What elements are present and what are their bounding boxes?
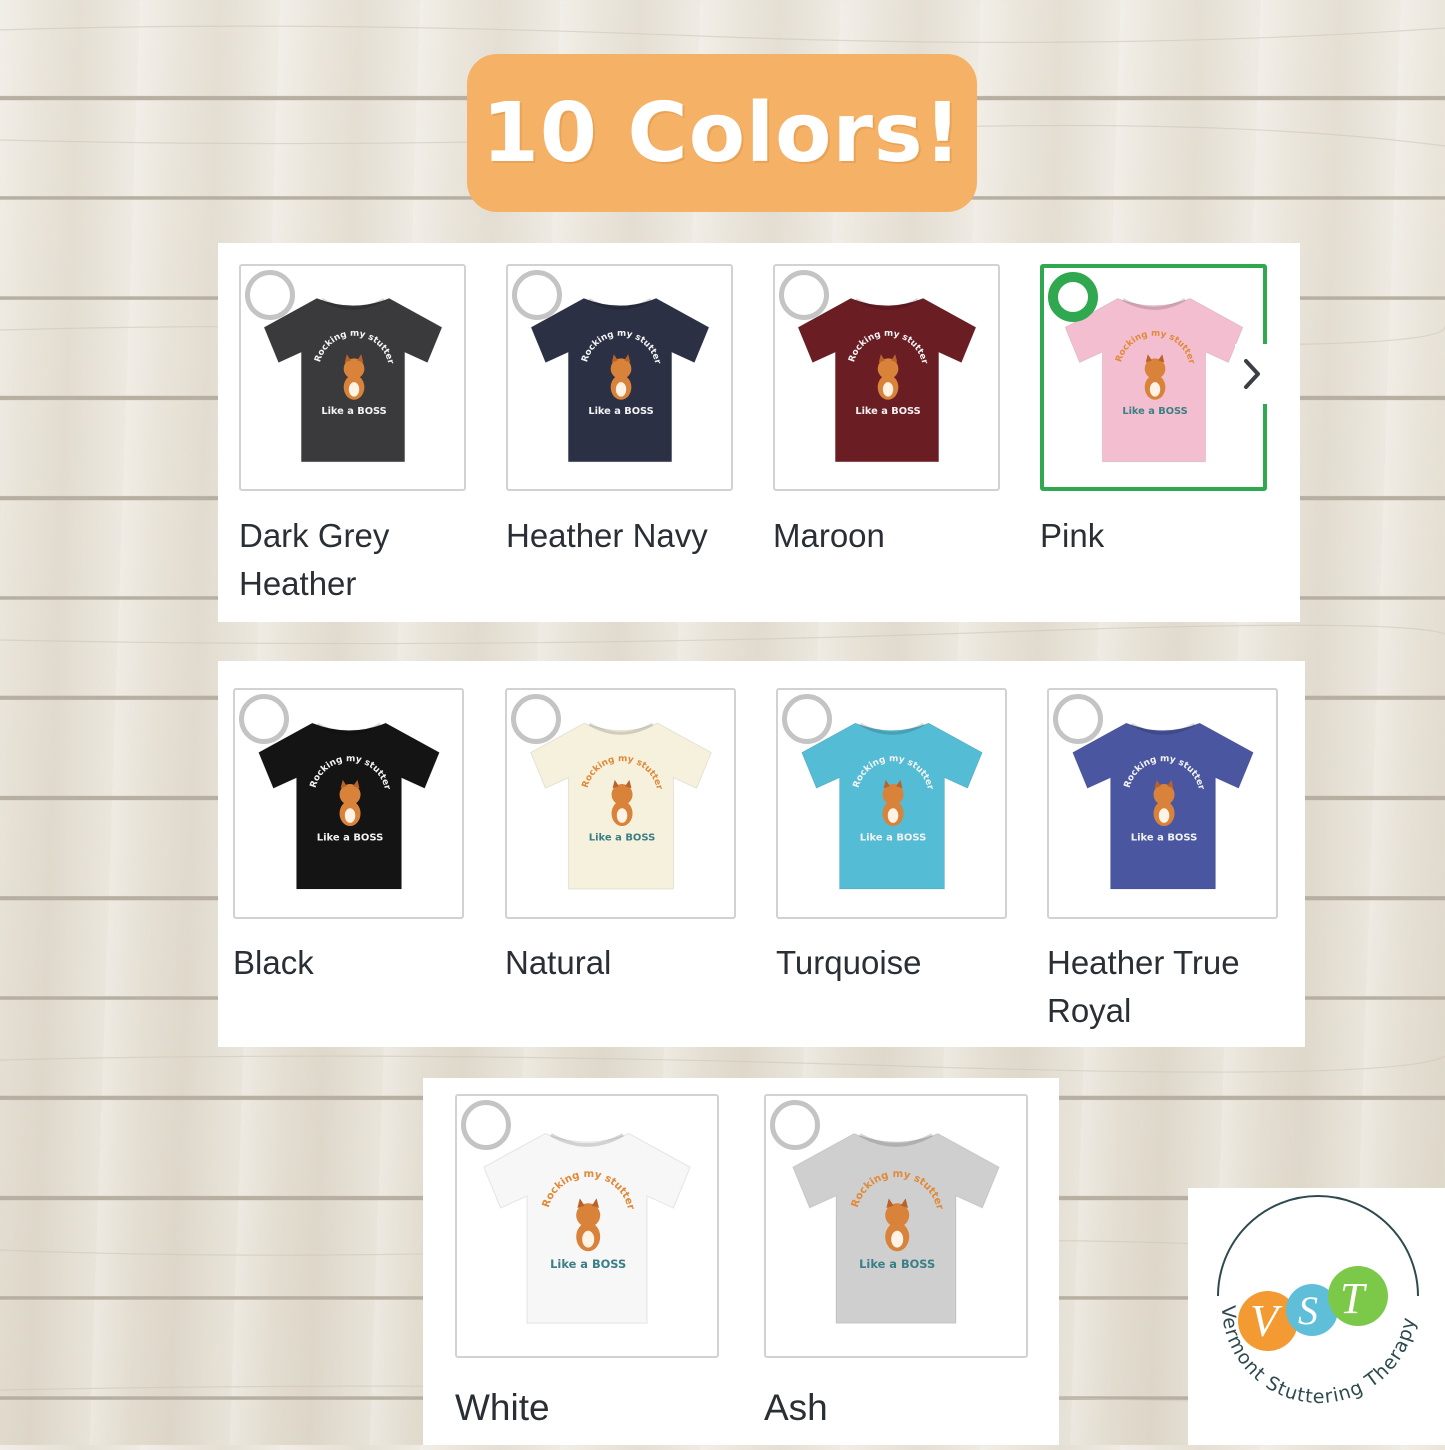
- vst-logo-image: V S T Vermont Stuttering Therapy: [1217, 1195, 1419, 1408]
- shirt-print-line2: Like a BOSS: [588, 406, 653, 417]
- tshirt-image: Rocking my stutterLike a BOSS: [1071, 722, 1254, 890]
- tshirt-image: Rocking my stutterLike a BOSS: [483, 1132, 691, 1324]
- radio-circle-icon[interactable]: [779, 270, 829, 320]
- swatch-card-black[interactable]: Rocking my stutter Like a BOSS: [233, 688, 464, 919]
- radio-circle-icon[interactable]: [1053, 694, 1103, 744]
- radio-circle-icon[interactable]: [512, 270, 562, 320]
- swatch-card-pink[interactable]: Rocking my stutter Like a BOSS: [1040, 264, 1269, 491]
- swatch-card-turquoise[interactable]: Rocking my stutter Like a BOSS: [776, 688, 1007, 919]
- swatch-label-pink: Pink: [1040, 517, 1105, 554]
- radio-circle-icon[interactable]: [1048, 272, 1098, 322]
- color-panel-row-1: Rocking my stutter Like a BOSS Dark Grey …: [218, 243, 1300, 622]
- swatch-label-natural: Natural: [505, 944, 612, 981]
- vst-logo: V S T Vermont Stuttering Therapy: [1188, 1188, 1445, 1445]
- swatch-card-white[interactable]: Rocking my stutter Like a BOSS: [455, 1094, 719, 1358]
- svg-text:S: S: [1298, 1288, 1318, 1333]
- chevron-right-icon[interactable]: [1235, 344, 1269, 404]
- swatch-card-ash[interactable]: Rocking my stutter Like a BOSS: [764, 1094, 1028, 1358]
- color-panel-row-2: Rocking my stutter Like a BOSS Black Rock…: [218, 661, 1305, 1047]
- swatch-label-heather-true-royal: Heather True Royal: [1047, 944, 1240, 1029]
- radio-circle-icon[interactable]: [511, 694, 561, 744]
- shirt-print-line2: Like a BOSS: [316, 832, 383, 843]
- swatch-card-dark-grey-heather[interactable]: Rocking my stutter Like a BOSS: [239, 264, 466, 491]
- radio-circle-icon[interactable]: [245, 270, 295, 320]
- swatch-label-maroon: Maroon: [773, 517, 885, 554]
- shirt-print-line2: Like a BOSS: [855, 406, 920, 417]
- shirt-print-line2: Like a BOSS: [1130, 832, 1197, 843]
- tshirt-image: Rocking my stutterLike a BOSS: [262, 297, 443, 462]
- shirt-print-line2: Like a BOSS: [859, 832, 926, 843]
- shirt-print-line2: Like a BOSS: [1122, 406, 1187, 417]
- radio-circle-icon[interactable]: [461, 1100, 511, 1150]
- swatch-card-heather-true-royal[interactable]: Rocking my stutter Like a BOSS: [1047, 688, 1278, 919]
- tshirt-image: Rocking my stutterLike a BOSS: [529, 297, 710, 462]
- swatch-card-maroon[interactable]: Rocking my stutter Like a BOSS: [773, 264, 1000, 491]
- shirt-print-line2: Like a BOSS: [859, 1257, 935, 1271]
- page-title: 10 Colors!: [481, 85, 963, 181]
- radio-circle-icon[interactable]: [782, 694, 832, 744]
- swatch-card-natural[interactable]: Rocking my stutter Like a BOSS: [505, 688, 736, 919]
- shirt-print-line2: Like a BOSS: [321, 406, 386, 417]
- swatch-label-white: White: [455, 1387, 550, 1428]
- title-badge: 10 Colors!: [467, 54, 977, 212]
- swatch-label-black: Black: [233, 944, 314, 981]
- tshirt-image: Rocking my stutterLike a BOSS: [257, 722, 440, 890]
- radio-circle-icon[interactable]: [770, 1100, 820, 1150]
- color-panel-row-3: Rocking my stutter Like a BOSS White Rock…: [423, 1078, 1059, 1445]
- radio-circle-icon[interactable]: [239, 694, 289, 744]
- tshirt-image: Rocking my stutterLike a BOSS: [796, 297, 977, 462]
- shirt-print-line2: Like a BOSS: [550, 1257, 626, 1271]
- swatch-label-dark-grey-heather: Dark Grey Heather: [239, 517, 390, 602]
- svg-text:V: V: [1250, 1295, 1283, 1346]
- tshirt-image: Rocking my stutterLike a BOSS: [529, 722, 712, 890]
- svg-text:T: T: [1340, 1274, 1368, 1323]
- shirt-print-line2: Like a BOSS: [588, 832, 655, 843]
- swatch-label-heather-navy: Heather Navy: [506, 517, 708, 554]
- tshirt-image: Rocking my stutterLike a BOSS: [800, 722, 983, 890]
- swatch-label-ash: Ash: [764, 1387, 828, 1428]
- tshirt-image: Rocking my stutterLike a BOSS: [792, 1132, 1000, 1324]
- swatch-label-turquoise: Turquoise: [776, 944, 922, 981]
- swatch-card-heather-navy[interactable]: Rocking my stutter Like a BOSS: [506, 264, 733, 491]
